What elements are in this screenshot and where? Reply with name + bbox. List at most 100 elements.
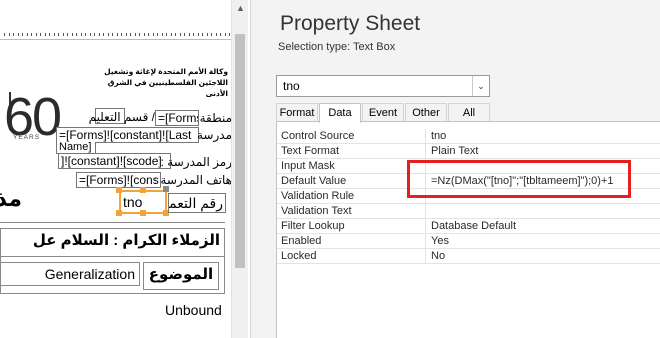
chevron-down-icon[interactable]: ⌄ bbox=[472, 76, 489, 96]
column-separator bbox=[425, 234, 426, 249]
ruler-tick bbox=[197, 33, 199, 36]
move-handle[interactable] bbox=[163, 186, 169, 192]
tab-other[interactable]: Other bbox=[405, 103, 447, 122]
agency-name-line: وكالة الأمم المتحدة لإغاثة وتشغيل bbox=[104, 67, 228, 76]
column-separator bbox=[425, 219, 426, 234]
property-row-enabled[interactable]: Enabled Yes bbox=[277, 234, 660, 249]
agency-name-line: الأدنى bbox=[205, 89, 228, 98]
anniversary-logo-caption: YEARS bbox=[13, 134, 41, 141]
ruler-tick bbox=[125, 33, 127, 36]
ruler-tick bbox=[143, 33, 145, 36]
property-row-control-source[interactable]: Control Source tno bbox=[277, 129, 660, 144]
ruler-tick bbox=[220, 33, 221, 36]
ruler-tick bbox=[98, 33, 100, 36]
ruler-tick bbox=[139, 33, 140, 36]
property-value[interactable]: Yes bbox=[431, 234, 449, 248]
ruler-tick bbox=[31, 33, 32, 36]
property-row-text-format[interactable]: Text Format Plain Text bbox=[277, 144, 660, 159]
ruler-tick bbox=[202, 33, 203, 36]
ruler-tick bbox=[152, 33, 154, 36]
divider-line bbox=[0, 256, 225, 257]
ruler-tick bbox=[121, 33, 122, 36]
ruler-tick bbox=[89, 33, 91, 36]
property-row-filter-lookup[interactable]: Filter Lookup Database Default bbox=[277, 219, 660, 234]
ruler-tick bbox=[188, 33, 190, 36]
property-name: Filter Lookup bbox=[281, 220, 345, 232]
pane-divider[interactable] bbox=[250, 0, 272, 338]
property-grid: Control Source tno Text Format Plain Tex… bbox=[276, 121, 660, 338]
ruler-tick bbox=[58, 33, 59, 36]
resize-handle[interactable] bbox=[116, 187, 122, 193]
ruler-tick bbox=[130, 33, 131, 36]
ruler-tick bbox=[71, 33, 73, 36]
resize-handle[interactable] bbox=[140, 187, 146, 193]
ruler-tick bbox=[116, 33, 118, 36]
annotation-highlight-box bbox=[407, 160, 631, 198]
agency-name: وكالة الأمم المتحدة لإغاثة وتشغيل اللاجئ… bbox=[98, 66, 228, 99]
object-selector-combo[interactable]: tno ⌄ bbox=[276, 75, 490, 97]
generalization-control[interactable]: Generalization bbox=[0, 262, 140, 286]
ruler-tick bbox=[17, 33, 19, 36]
scrollbar-thumb[interactable] bbox=[235, 34, 245, 268]
ruler-tick bbox=[206, 33, 208, 36]
ruler-tick bbox=[184, 33, 185, 36]
property-value[interactable]: Plain Text bbox=[431, 144, 479, 158]
property-name: Text Format bbox=[281, 145, 340, 157]
tab-data[interactable]: Data bbox=[319, 103, 361, 123]
form-design-surface[interactable]: وكالة الأمم المتحدة لإغاثة وتشغيل اللاجئ… bbox=[0, 0, 250, 338]
education-dept-label[interactable]: / قسم التعليم bbox=[89, 110, 155, 124]
ruler-tick bbox=[166, 33, 167, 36]
region-expression-control[interactable]: =[Forms]! bbox=[155, 110, 199, 126]
vertical-scrollbar[interactable]: ▲ bbox=[231, 0, 248, 338]
ruler-tick bbox=[215, 33, 217, 36]
ruler-tick bbox=[229, 33, 230, 36]
ruler-tick bbox=[67, 33, 68, 36]
tab-format[interactable]: Format bbox=[276, 103, 318, 122]
ruler-tick bbox=[107, 33, 109, 36]
school-phone-expression-control[interactable]: =[Forms]![cons bbox=[76, 172, 161, 188]
tab-event[interactable]: Event bbox=[362, 103, 404, 122]
triangle-up-icon[interactable]: ▲ bbox=[233, 1, 248, 16]
ruler-tick bbox=[85, 33, 86, 36]
region-label[interactable]: منطقة bbox=[200, 111, 232, 125]
horizontal-ruler bbox=[0, 22, 245, 40]
property-row-locked[interactable]: Locked No bbox=[277, 249, 660, 264]
resize-handle[interactable] bbox=[140, 210, 146, 216]
property-sheet-title: Property Sheet bbox=[280, 12, 421, 35]
ruler-tick bbox=[40, 33, 41, 36]
property-value[interactable]: tno bbox=[431, 129, 446, 143]
school-label[interactable]: مدرسة bbox=[197, 128, 232, 142]
ruler-tick bbox=[175, 33, 176, 36]
ruler-tick bbox=[4, 33, 5, 36]
school-phone-label[interactable]: هاتف المدرسة : bbox=[154, 173, 232, 187]
ruler-tick bbox=[148, 33, 149, 36]
column-separator bbox=[425, 249, 426, 264]
school-code-label[interactable]: رمز المدرسة : bbox=[161, 155, 232, 169]
property-value[interactable]: No bbox=[431, 249, 445, 263]
school-code-expression-control[interactable]: ]![constant]![scode] bbox=[58, 153, 171, 169]
property-name: Enabled bbox=[281, 235, 322, 247]
ruler-tick bbox=[193, 33, 194, 36]
greeting-label[interactable]: الزملاء الكرام : السلام عل bbox=[2, 231, 220, 249]
property-name: Control Source bbox=[281, 130, 355, 142]
school-name-expression-control[interactable]: =[Forms]![constant]![Last bbox=[56, 127, 199, 143]
unbound-control[interactable]: Unbound bbox=[165, 302, 222, 318]
ruler-tick bbox=[80, 33, 82, 36]
property-name: Input Mask bbox=[281, 160, 335, 172]
property-row-validation-text[interactable]: Validation Text bbox=[277, 204, 660, 219]
ruler-tick bbox=[157, 33, 158, 36]
subject-label[interactable]: الموضوع bbox=[143, 262, 219, 290]
resize-handle[interactable] bbox=[116, 210, 122, 216]
circular-number-label[interactable]: رقم التعميم bbox=[168, 193, 226, 213]
ruler-tick bbox=[103, 33, 104, 36]
form-title-partial: مذ bbox=[0, 186, 22, 211]
tab-all[interactable]: All bbox=[448, 103, 490, 122]
ruler-tick bbox=[224, 33, 226, 36]
ruler-tick bbox=[44, 33, 46, 36]
ruler-tick bbox=[161, 33, 163, 36]
property-value[interactable]: Database Default bbox=[431, 219, 516, 233]
ruler-tick bbox=[13, 33, 14, 36]
ruler-tick bbox=[211, 33, 212, 36]
ruler-tick bbox=[62, 33, 64, 36]
ruler-tick bbox=[26, 33, 28, 36]
